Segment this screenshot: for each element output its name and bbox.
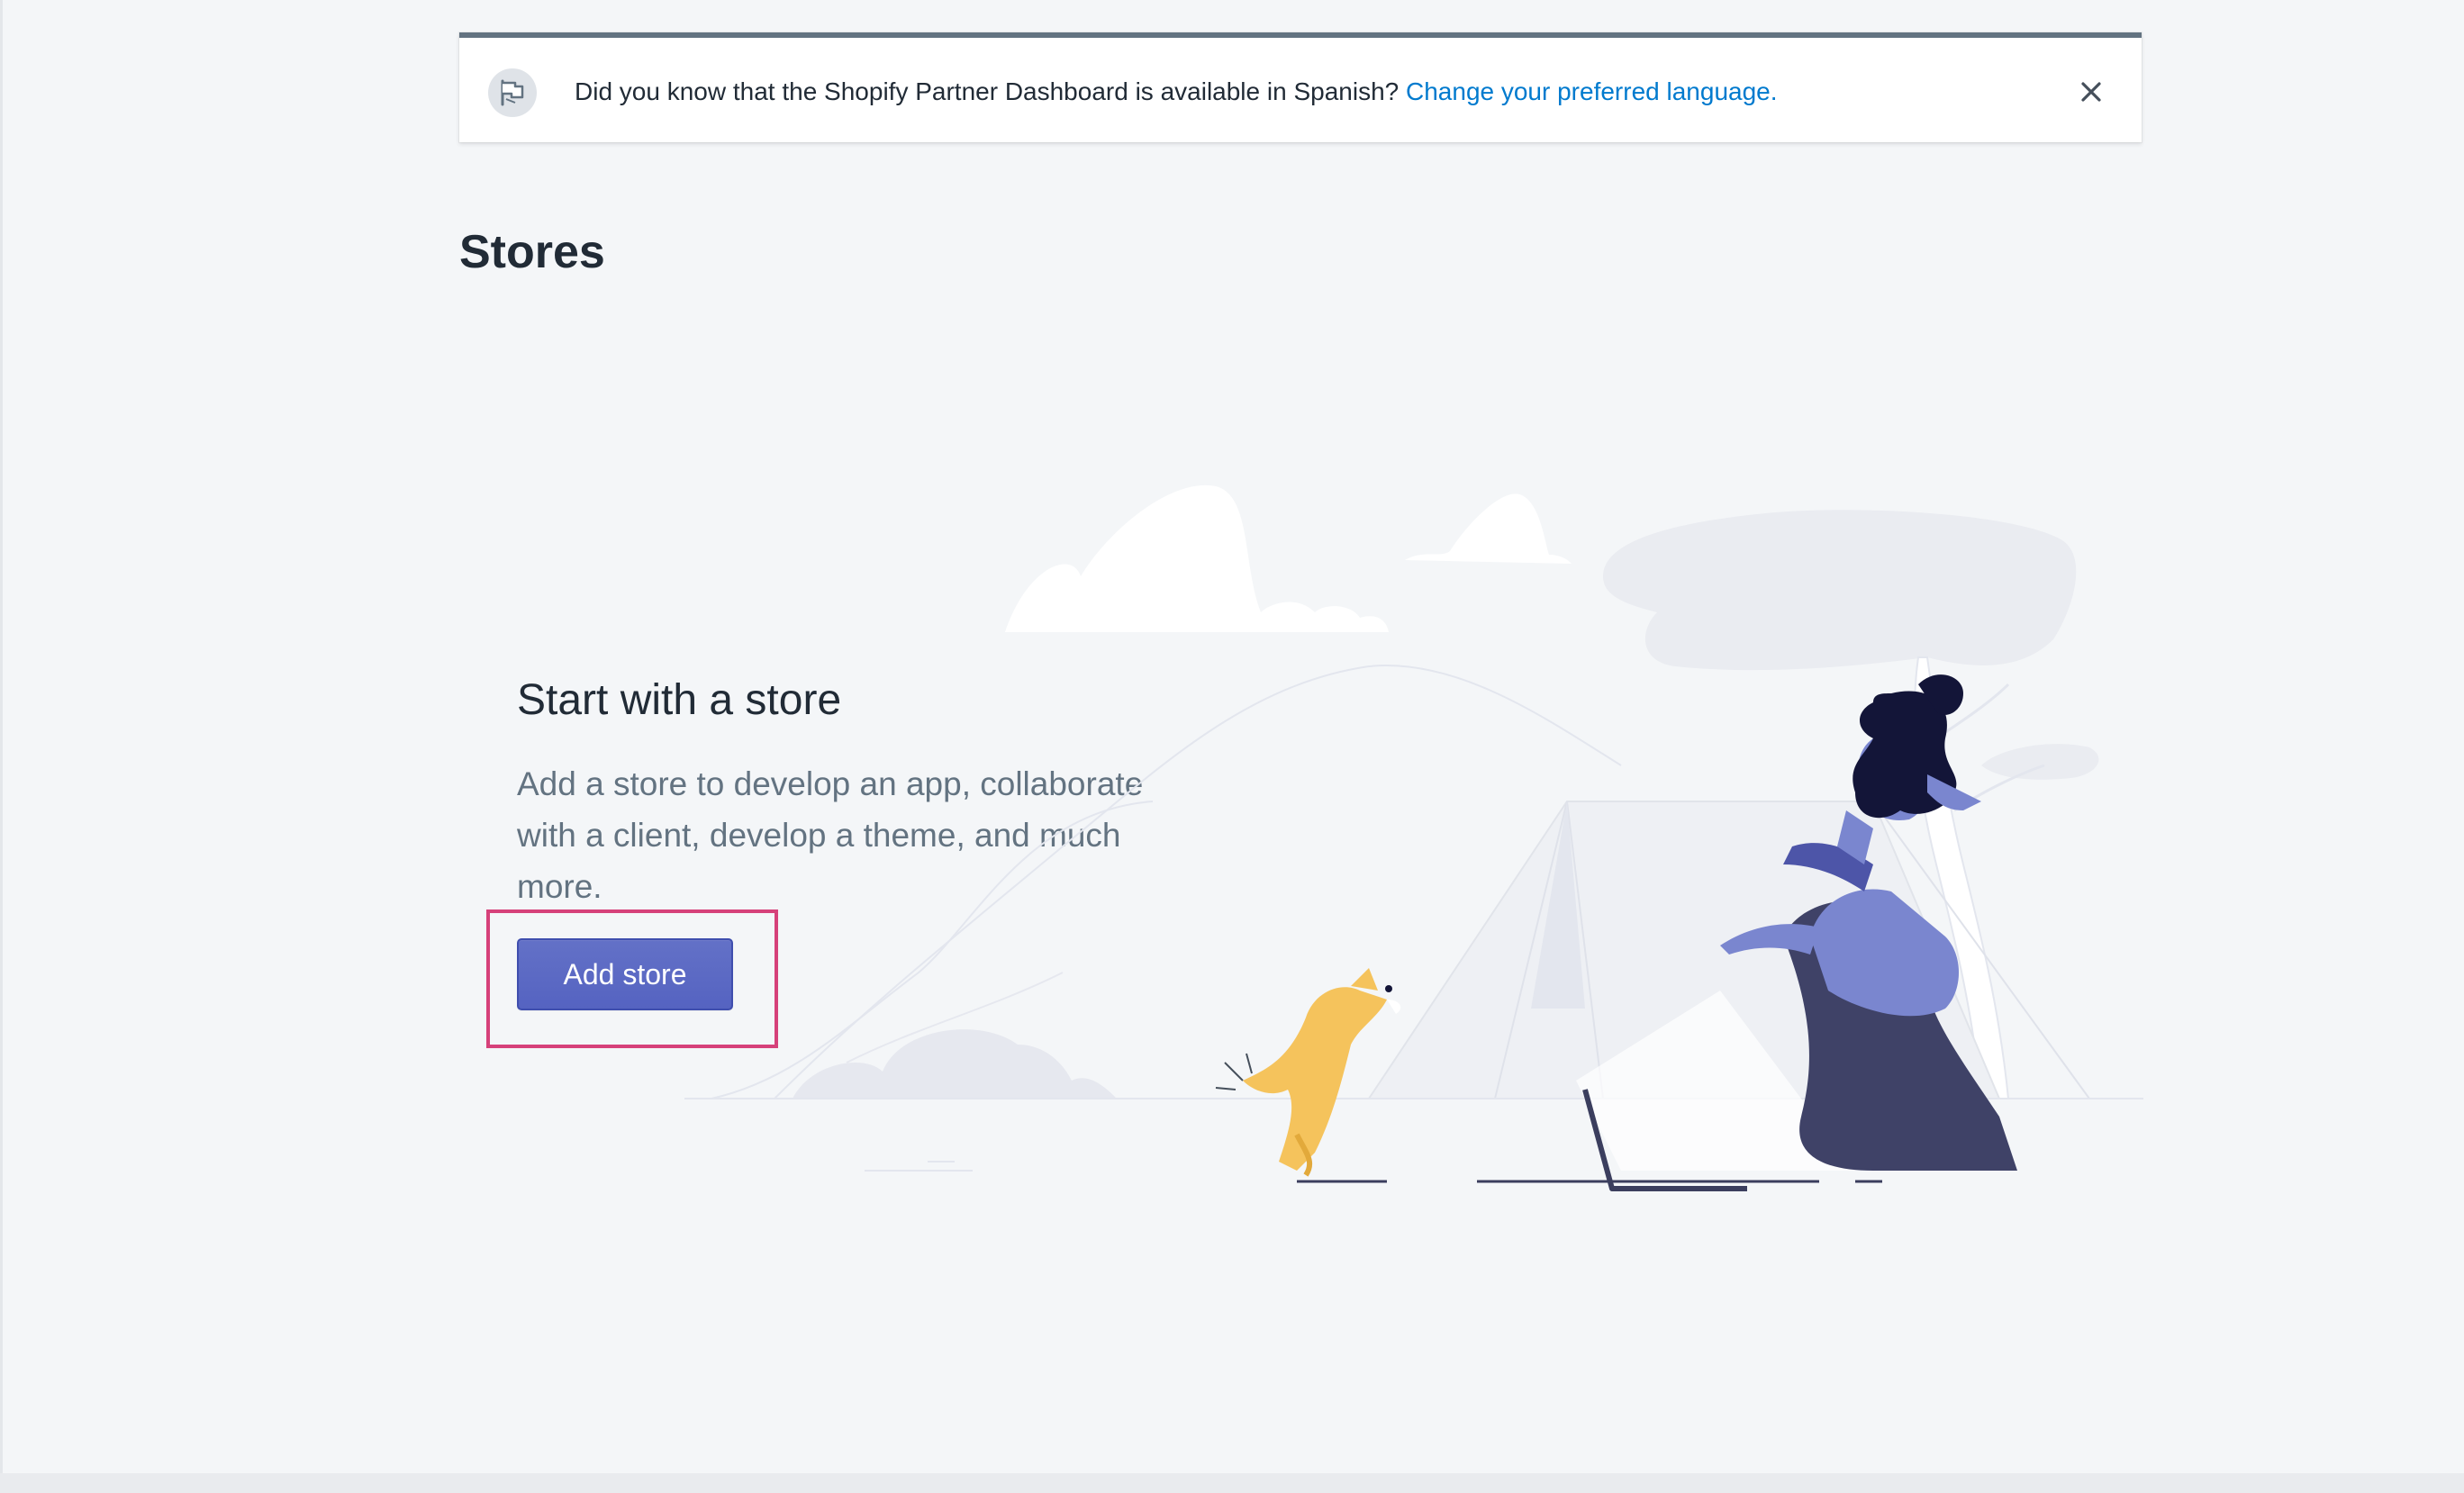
language-banner: Did you know that the Shopify Partner Da… (459, 32, 2142, 142)
change-language-link[interactable]: Change your preferred language. (1406, 77, 1778, 105)
page-title: Stores (459, 226, 605, 278)
left-edge (0, 0, 3, 1493)
camping-illustration (684, 484, 2143, 1191)
banner-message: Did you know that the Shopify Partner Da… (575, 76, 1778, 108)
flag-icon (488, 68, 537, 117)
banner-message-text: Did you know that the Shopify Partner Da… (575, 77, 1400, 105)
close-icon[interactable] (2073, 74, 2109, 110)
bottom-bar (0, 1473, 2464, 1493)
